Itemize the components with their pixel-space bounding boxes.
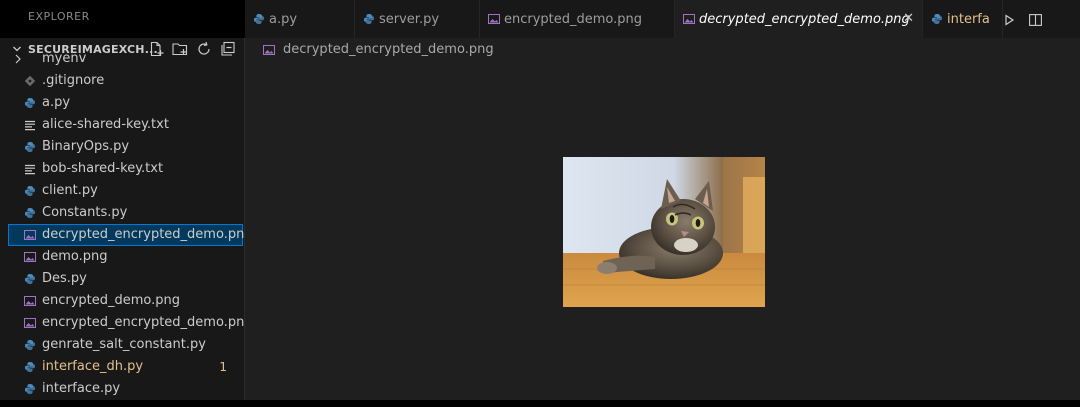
image-preview-editor: decrypted_encrypted_demo.png xyxy=(245,38,1080,400)
file-name: encrypted_encrypted_demo.png xyxy=(42,315,253,330)
image-icon xyxy=(24,252,36,262)
tab-label: interfa xyxy=(947,12,990,27)
file-name: Des.py xyxy=(42,271,87,286)
file-name: alice-shared-key.txt xyxy=(42,117,169,132)
cat-photo xyxy=(563,157,765,307)
image-icon xyxy=(24,296,36,306)
close-icon[interactable]: ✕ xyxy=(903,11,914,26)
file-name: Constants.py xyxy=(42,205,128,220)
tab-interface[interactable]: interfa xyxy=(923,0,1003,38)
image-icon xyxy=(24,318,36,328)
window-bottom-edge xyxy=(0,400,1080,407)
python-icon xyxy=(25,274,35,284)
file-name: .gitignore xyxy=(42,73,105,88)
explorer-sidebar: SECUREIMAGEXCH... myenv .gitignore a.py … xyxy=(0,38,253,407)
file-item[interactable]: a.py xyxy=(8,92,243,114)
file-item[interactable]: BinaryOps.py xyxy=(8,136,243,158)
python-icon xyxy=(25,186,35,196)
file-item[interactable]: alice-shared-key.txt xyxy=(8,114,243,136)
file-item[interactable]: .gitignore xyxy=(8,70,243,92)
python-icon xyxy=(25,208,35,218)
python-icon xyxy=(254,14,264,24)
python-icon xyxy=(25,98,35,108)
file-item[interactable]: interface.py xyxy=(8,378,243,400)
file-item[interactable]: client.py xyxy=(8,180,243,202)
python-icon xyxy=(932,14,942,24)
text-file-icon xyxy=(25,120,35,131)
file-name: interface.py xyxy=(42,381,121,396)
folder-item[interactable]: myenv xyxy=(8,48,243,70)
tab-label: encrypted_demo.png xyxy=(504,12,643,27)
chevron-right-icon xyxy=(15,54,21,64)
file-item[interactable]: Des.py xyxy=(8,268,243,290)
file-name: demo.png xyxy=(42,249,108,264)
tab-label: server.py xyxy=(379,12,440,27)
file-name: bob-shared-key.txt xyxy=(42,161,164,176)
python-icon xyxy=(25,142,35,152)
file-item[interactable]: genrate_salt_constant.py xyxy=(8,334,243,356)
image-icon xyxy=(683,14,695,24)
image-preview[interactable] xyxy=(563,157,765,307)
file-item[interactable]: bob-shared-key.txt xyxy=(8,158,243,180)
editor-tabs: a.py server.py encrypted_demo.png decryp… xyxy=(245,0,1080,38)
python-icon xyxy=(25,362,35,372)
tab-label: a.py xyxy=(269,12,298,27)
text-file-icon xyxy=(25,164,35,175)
file-name: client.py xyxy=(42,183,98,198)
file-item[interactable]: encrypted_encrypted_demo.png xyxy=(8,312,253,334)
image-icon xyxy=(263,45,275,55)
file-item[interactable]: Constants.py xyxy=(8,202,243,224)
file-item-selected[interactable]: decrypted_encrypted_demo.png xyxy=(8,224,253,246)
image-icon xyxy=(24,230,36,240)
split-editor-icon[interactable] xyxy=(1029,14,1042,26)
run-icon[interactable] xyxy=(1003,14,1015,26)
explorer-title: EXPLORER xyxy=(28,10,90,22)
breadcrumb-file: decrypted_encrypted_demo.png xyxy=(283,42,494,57)
file-item[interactable]: interface_dh.py 1 xyxy=(8,356,243,378)
tab-encrypted-demo[interactable]: encrypted_demo.png xyxy=(480,0,675,38)
file-name: a.py xyxy=(42,95,71,110)
file-name: encrypted_demo.png xyxy=(42,293,181,308)
file-item[interactable]: encrypted_demo.png xyxy=(8,290,243,312)
tab-label: decrypted_encrypted_demo.png xyxy=(699,12,910,27)
image-icon xyxy=(488,14,500,24)
file-item[interactable]: demo.png xyxy=(8,246,243,268)
python-icon xyxy=(25,384,35,394)
file-name: interface_dh.py xyxy=(42,359,144,374)
tab-a-py[interactable]: a.py xyxy=(245,0,355,38)
file-name: BinaryOps.py xyxy=(42,139,130,154)
file-name: genrate_salt_constant.py xyxy=(42,337,206,352)
gitignore-icon xyxy=(24,75,36,87)
tab-decrypted-encrypted-demo[interactable]: decrypted_encrypted_demo.png ✕ xyxy=(675,0,923,38)
tab-server-py[interactable]: server.py xyxy=(355,0,480,38)
file-name: decrypted_encrypted_demo.png xyxy=(42,227,253,242)
problem-count-badge: 1 xyxy=(219,360,227,374)
file-name: myenv xyxy=(42,51,87,66)
python-icon xyxy=(25,340,35,350)
python-icon xyxy=(364,14,374,24)
